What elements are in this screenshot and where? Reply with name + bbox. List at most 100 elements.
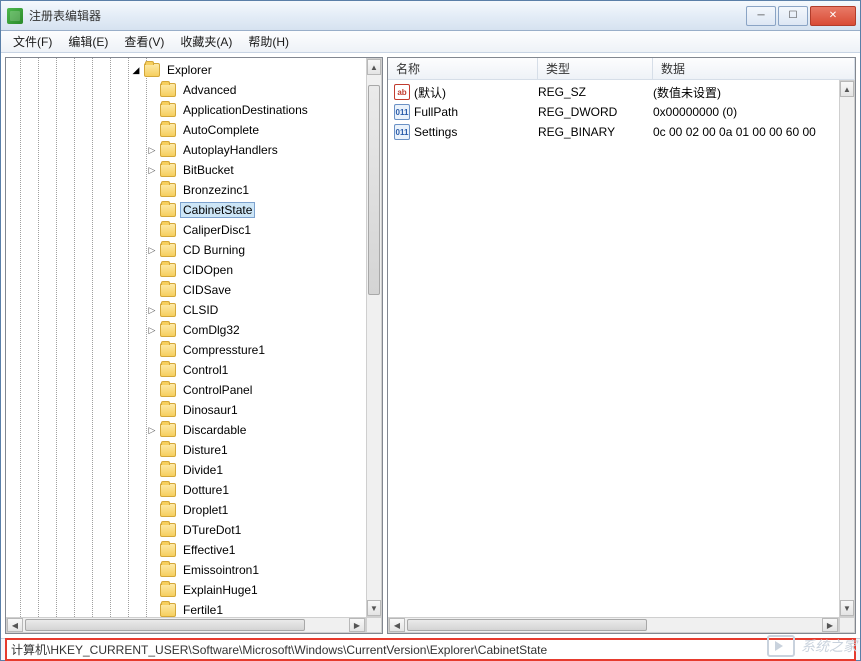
tree-node[interactable]: ControlPanel: [6, 380, 366, 400]
tree-node[interactable]: Dinosaur1: [6, 400, 366, 420]
collapse-icon[interactable]: ◢: [130, 64, 142, 76]
tree-node[interactable]: Bronzezinc1: [6, 180, 366, 200]
tree-node[interactable]: Compressture1: [6, 340, 366, 360]
tree-node-label: ComDlg32: [180, 322, 243, 338]
registry-tree[interactable]: ◢ Explorer Advanced ApplicationDestinatio…: [6, 58, 366, 617]
tree-node[interactable]: ▷ CD Burning: [6, 240, 366, 260]
tree-node[interactable]: Emissointron1: [6, 560, 366, 580]
menu-edit[interactable]: 编辑(E): [60, 31, 116, 52]
column-header-data[interactable]: 数据: [653, 58, 855, 79]
tree-node[interactable]: ▷ BitBucket: [6, 160, 366, 180]
close-button[interactable]: ✕: [810, 6, 856, 26]
folder-icon: [160, 603, 176, 617]
tree-node-label: ControlPanel: [180, 382, 255, 398]
value-data: 0x00000000 (0): [653, 105, 855, 119]
scroll-thumb[interactable]: [407, 619, 647, 631]
tree-node[interactable]: Droplet1: [6, 500, 366, 520]
scroll-up-button[interactable]: ▲: [840, 81, 854, 97]
value-name: FullPath: [414, 105, 538, 119]
tree-node-label: Advanced: [180, 82, 239, 98]
tree-node[interactable]: CIDSave: [6, 280, 366, 300]
status-path: 计算机\HKEY_CURRENT_USER\Software\Microsoft…: [5, 638, 856, 661]
tree-node[interactable]: ▷ ComDlg32: [6, 320, 366, 340]
value-row[interactable]: 011SettingsREG_BINARY0c 00 02 00 0a 01 0…: [388, 122, 855, 142]
tree-node[interactable]: ExplainHuge1: [6, 580, 366, 600]
expand-icon[interactable]: ▷: [146, 144, 158, 156]
expand-icon[interactable]: ▷: [146, 324, 158, 336]
scroll-left-button[interactable]: ◀: [7, 618, 23, 632]
scroll-down-button[interactable]: ▼: [840, 600, 854, 616]
tree-node-label: Effective1: [180, 542, 238, 558]
values-vertical-scrollbar[interactable]: ▲ ▼: [839, 80, 855, 617]
value-row[interactable]: ab(默认)REG_SZ(数值未设置): [388, 82, 855, 102]
scroll-track[interactable]: [367, 75, 381, 600]
expand-icon[interactable]: ▷: [146, 304, 158, 316]
tree-node-label: BitBucket: [180, 162, 237, 178]
tree-node[interactable]: ▷ AutoplayHandlers: [6, 140, 366, 160]
tree-node[interactable]: CabinetState: [6, 200, 366, 220]
value-row[interactable]: 011FullPathREG_DWORD0x00000000 (0): [388, 102, 855, 122]
tree-node[interactable]: Divide1: [6, 460, 366, 480]
scroll-down-button[interactable]: ▼: [367, 600, 381, 616]
expand-icon[interactable]: ▷: [146, 424, 158, 436]
tree-vertical-scrollbar[interactable]: ▲ ▼: [366, 58, 382, 617]
tree-horizontal-scrollbar[interactable]: ◀ ▶: [6, 617, 366, 633]
tree-node-label: Explorer: [164, 62, 215, 78]
values-pane: 名称 类型 数据 ab(默认)REG_SZ(数值未设置)011FullPathR…: [387, 57, 856, 634]
tree-node[interactable]: CIDOpen: [6, 260, 366, 280]
scroll-right-button[interactable]: ▶: [349, 618, 365, 632]
menu-help[interactable]: 帮助(H): [240, 31, 297, 52]
scroll-track[interactable]: [405, 618, 822, 632]
scroll-thumb[interactable]: [368, 85, 380, 295]
scroll-track[interactable]: [840, 97, 854, 600]
folder-icon: [160, 563, 176, 577]
tree-node[interactable]: ApplicationDestinations: [6, 100, 366, 120]
menubar: 文件(F) 编辑(E) 查看(V) 收藏夹(A) 帮助(H): [1, 31, 860, 53]
scroll-right-button[interactable]: ▶: [822, 618, 838, 632]
folder-icon: [160, 223, 176, 237]
tree-node-explorer[interactable]: ◢ Explorer: [6, 60, 366, 80]
folder-icon: [160, 523, 176, 537]
tree-node-label: CD Burning: [180, 242, 248, 258]
tree-node-label: Divide1: [180, 462, 226, 478]
tree-node[interactable]: DTureDot1: [6, 520, 366, 540]
menu-file[interactable]: 文件(F): [5, 31, 60, 52]
folder-icon: [160, 383, 176, 397]
registry-editor-window: 注册表编辑器 ─ ☐ ✕ 文件(F) 编辑(E) 查看(V) 收藏夹(A) 帮助…: [0, 0, 861, 661]
value-type: REG_DWORD: [538, 105, 653, 119]
column-header-type[interactable]: 类型: [538, 58, 653, 79]
tree-node-label: AutoplayHandlers: [180, 142, 281, 158]
minimize-button[interactable]: ─: [746, 6, 776, 26]
scroll-left-button[interactable]: ◀: [389, 618, 405, 632]
values-list[interactable]: ab(默认)REG_SZ(数值未设置)011FullPathREG_DWORD0…: [388, 80, 855, 142]
scroll-thumb[interactable]: [25, 619, 305, 631]
tree-node-label: ApplicationDestinations: [180, 102, 311, 118]
expand-icon[interactable]: ▷: [146, 244, 158, 256]
value-type: REG_BINARY: [538, 125, 653, 139]
tree-node[interactable]: Control1: [6, 360, 366, 380]
tree-node[interactable]: Fertile1: [6, 600, 366, 617]
scroll-track[interactable]: [23, 618, 349, 632]
tree-node[interactable]: CaliperDisc1: [6, 220, 366, 240]
tree-node[interactable]: Advanced: [6, 80, 366, 100]
tree-node[interactable]: ▷CLSID: [6, 300, 366, 320]
values-horizontal-scrollbar[interactable]: ◀ ▶: [388, 617, 839, 633]
tree-node[interactable]: Dotture1: [6, 480, 366, 500]
tree-node[interactable]: ▷Discardable: [6, 420, 366, 440]
menu-favorites[interactable]: 收藏夹(A): [172, 31, 240, 52]
expand-icon[interactable]: ▷: [146, 164, 158, 176]
folder-icon: [160, 143, 176, 157]
regedit-icon: [7, 8, 23, 24]
column-header-name[interactable]: 名称: [388, 58, 538, 79]
tree-node[interactable]: AutoComplete: [6, 120, 366, 140]
tree-node-label: CabinetState: [180, 202, 255, 218]
folder-icon: [160, 483, 176, 497]
tree-node[interactable]: Effective1: [6, 540, 366, 560]
menu-view[interactable]: 查看(V): [116, 31, 172, 52]
titlebar[interactable]: 注册表编辑器 ─ ☐ ✕: [1, 1, 860, 31]
folder-icon: [160, 163, 176, 177]
tree-node[interactable]: Disture1: [6, 440, 366, 460]
maximize-button[interactable]: ☐: [778, 6, 808, 26]
scroll-up-button[interactable]: ▲: [367, 59, 381, 75]
folder-icon: [160, 243, 176, 257]
